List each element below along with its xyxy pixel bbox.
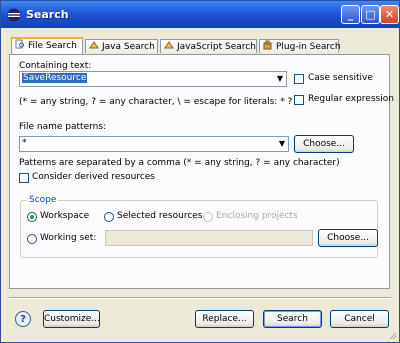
scope-title: Scope <box>27 195 59 205</box>
plugin-search-icon <box>263 40 272 50</box>
containing-text-value: SaveResource <box>22 73 88 83</box>
regular-expression-checkbox[interactable] <box>294 95 304 105</box>
choose-patterns-button[interactable]: Choose... <box>294 135 354 153</box>
containing-text-combo[interactable]: SaveResource ▼ <box>19 71 287 87</box>
replace-button[interactable]: Replace... <box>195 310 254 328</box>
eclipse-icon <box>7 8 21 22</box>
close-button[interactable]: ✕ <box>380 5 399 24</box>
customize-button[interactable]: Customize... <box>43 310 100 328</box>
maximize-icon: □ <box>365 8 376 21</box>
working-set-label: Working set: <box>40 233 97 243</box>
tab-label: JavaScript Search <box>177 42 256 52</box>
workspace-radio[interactable] <box>27 212 37 222</box>
enclosing-projects-label: Enclosing projects <box>216 211 298 221</box>
consider-derived-checkbox[interactable] <box>19 173 29 183</box>
javascript-search-icon <box>164 41 174 49</box>
choose-working-set-button[interactable]: Choose... <box>318 229 378 247</box>
patterns-hint: Patterns are separated by a comma (* = a… <box>19 158 340 168</box>
containing-text-selection: SaveResource <box>22 73 88 83</box>
tab-label: Plug-in Search <box>276 42 341 52</box>
file-name-patterns-label: File name patterns: <box>19 122 107 132</box>
file-name-patterns-combo[interactable]: * ▼ <box>19 136 289 152</box>
case-sensitive-checkbox[interactable] <box>294 74 304 84</box>
tab-plugin-search[interactable]: Plug-in Search <box>259 39 341 53</box>
working-set-field <box>105 230 313 246</box>
regular-expression-label: Regular expression <box>308 94 394 104</box>
tab-java-search[interactable]: Java Search <box>85 39 158 53</box>
tab-label: Java Search <box>102 42 155 52</box>
scope-group: Scope Workspace Selected resources Enclo… <box>20 195 378 258</box>
tab-label: File Search <box>28 41 77 51</box>
close-icon: ✕ <box>384 8 395 21</box>
case-sensitive-label: Case sensitive <box>308 73 373 83</box>
help-icon[interactable]: ? <box>15 311 31 327</box>
java-search-icon <box>89 41 99 49</box>
tab-javascript-search[interactable]: JavaScript Search <box>160 39 257 53</box>
search-dialog: Search _ □ ✕ File Search Java Search Jav… <box>0 0 400 343</box>
enclosing-projects-radio <box>203 212 213 222</box>
file-search-panel: Containing text: SaveResource ▼ Case sen… <box>9 54 394 289</box>
minimize-button[interactable]: _ <box>341 5 360 24</box>
search-button[interactable]: Search <box>263 310 322 328</box>
chevron-down-icon[interactable]: ▼ <box>274 72 286 86</box>
tab-file-search[interactable]: File Search <box>11 37 83 54</box>
maximize-button[interactable]: □ <box>361 5 380 24</box>
working-set-radio[interactable] <box>27 234 37 244</box>
selected-resources-label: Selected resources <box>117 211 203 221</box>
file-name-patterns-value: * <box>22 138 27 148</box>
chevron-down-icon[interactable]: ▼ <box>276 137 288 151</box>
cancel-button[interactable]: Cancel <box>330 310 389 328</box>
title-bar[interactable]: Search _ □ ✕ <box>1 1 399 28</box>
containing-text-label: Containing text: <box>19 61 92 71</box>
file-search-icon <box>15 39 24 49</box>
footer-divider <box>9 297 391 299</box>
workspace-label: Workspace <box>40 211 90 221</box>
minimize-icon: _ <box>347 8 354 21</box>
selected-resources-radio[interactable] <box>104 212 114 222</box>
window-title: Search <box>26 8 69 21</box>
consider-derived-label: Consider derived resources <box>32 172 155 182</box>
containing-text-hint: (* = any string, ? = any character, \ = … <box>19 97 302 107</box>
resize-grip-icon[interactable] <box>387 330 397 340</box>
